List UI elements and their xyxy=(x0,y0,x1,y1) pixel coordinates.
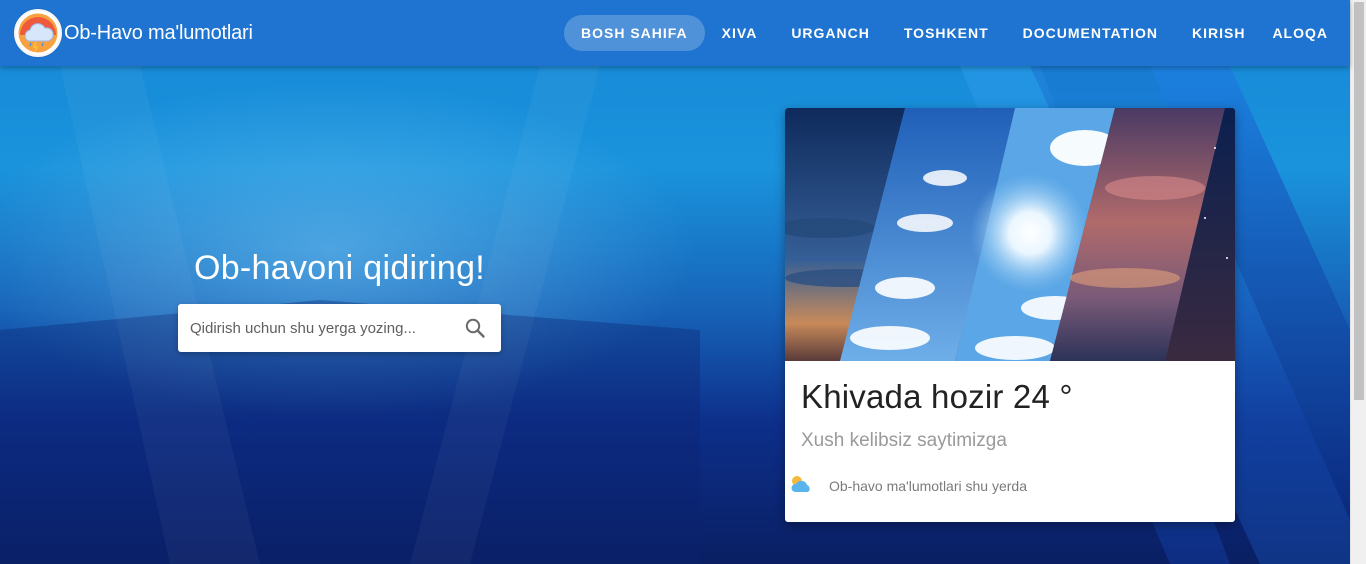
weather-logo-icon xyxy=(14,9,62,57)
nav-links: BOSH SAHIFA XIVA URGANCH TOSHKENT DOCUME… xyxy=(563,15,1336,51)
nav-link-urganch[interactable]: URGANCH xyxy=(774,15,887,51)
search-icon[interactable] xyxy=(463,316,487,340)
brand-title: Ob-Havo ma'lumotlari xyxy=(64,21,253,44)
nav-link-bosh-sahifa[interactable]: BOSH SAHIFA xyxy=(563,15,705,51)
card-title: Khivada hozir 24 ° xyxy=(801,378,1073,415)
nav-link-documentation[interactable]: DOCUMENTATION xyxy=(1006,15,1175,51)
sky-collage-image xyxy=(785,108,1235,361)
search-heading: Ob-havoni qidiring! xyxy=(193,249,486,287)
nav-link-xiva[interactable]: XIVA xyxy=(705,15,775,51)
search-input[interactable] xyxy=(178,319,463,337)
nav-link-toshkent[interactable]: TOSHKENT xyxy=(887,15,1006,51)
nav-link-aloqa[interactable]: ALOQA xyxy=(1262,15,1336,51)
card-subtitle: Xush kelibsiz saytimizga xyxy=(801,430,1007,451)
weather-card: Khivada hozir 24 ° Xush kelibsiz saytimi… xyxy=(785,108,1235,522)
card-footer-text: Ob-havo ma'lumotlari shu yerda xyxy=(829,478,1027,494)
search-box xyxy=(178,304,501,352)
top-navbar: Ob-Havo ma'lumotlari BOSH SAHIFA XIVA UR… xyxy=(0,0,1350,66)
scrollbar-thumb[interactable] xyxy=(1354,2,1364,400)
card-footer: Ob-havo ma'lumotlari shu yerda xyxy=(789,474,1027,498)
brand[interactable]: Ob-Havo ma'lumotlari xyxy=(14,9,253,57)
partly-cloudy-icon xyxy=(789,474,813,499)
page-scrollbar[interactable] xyxy=(1350,0,1366,564)
nav-link-kirish[interactable]: KIRISH xyxy=(1175,15,1262,51)
